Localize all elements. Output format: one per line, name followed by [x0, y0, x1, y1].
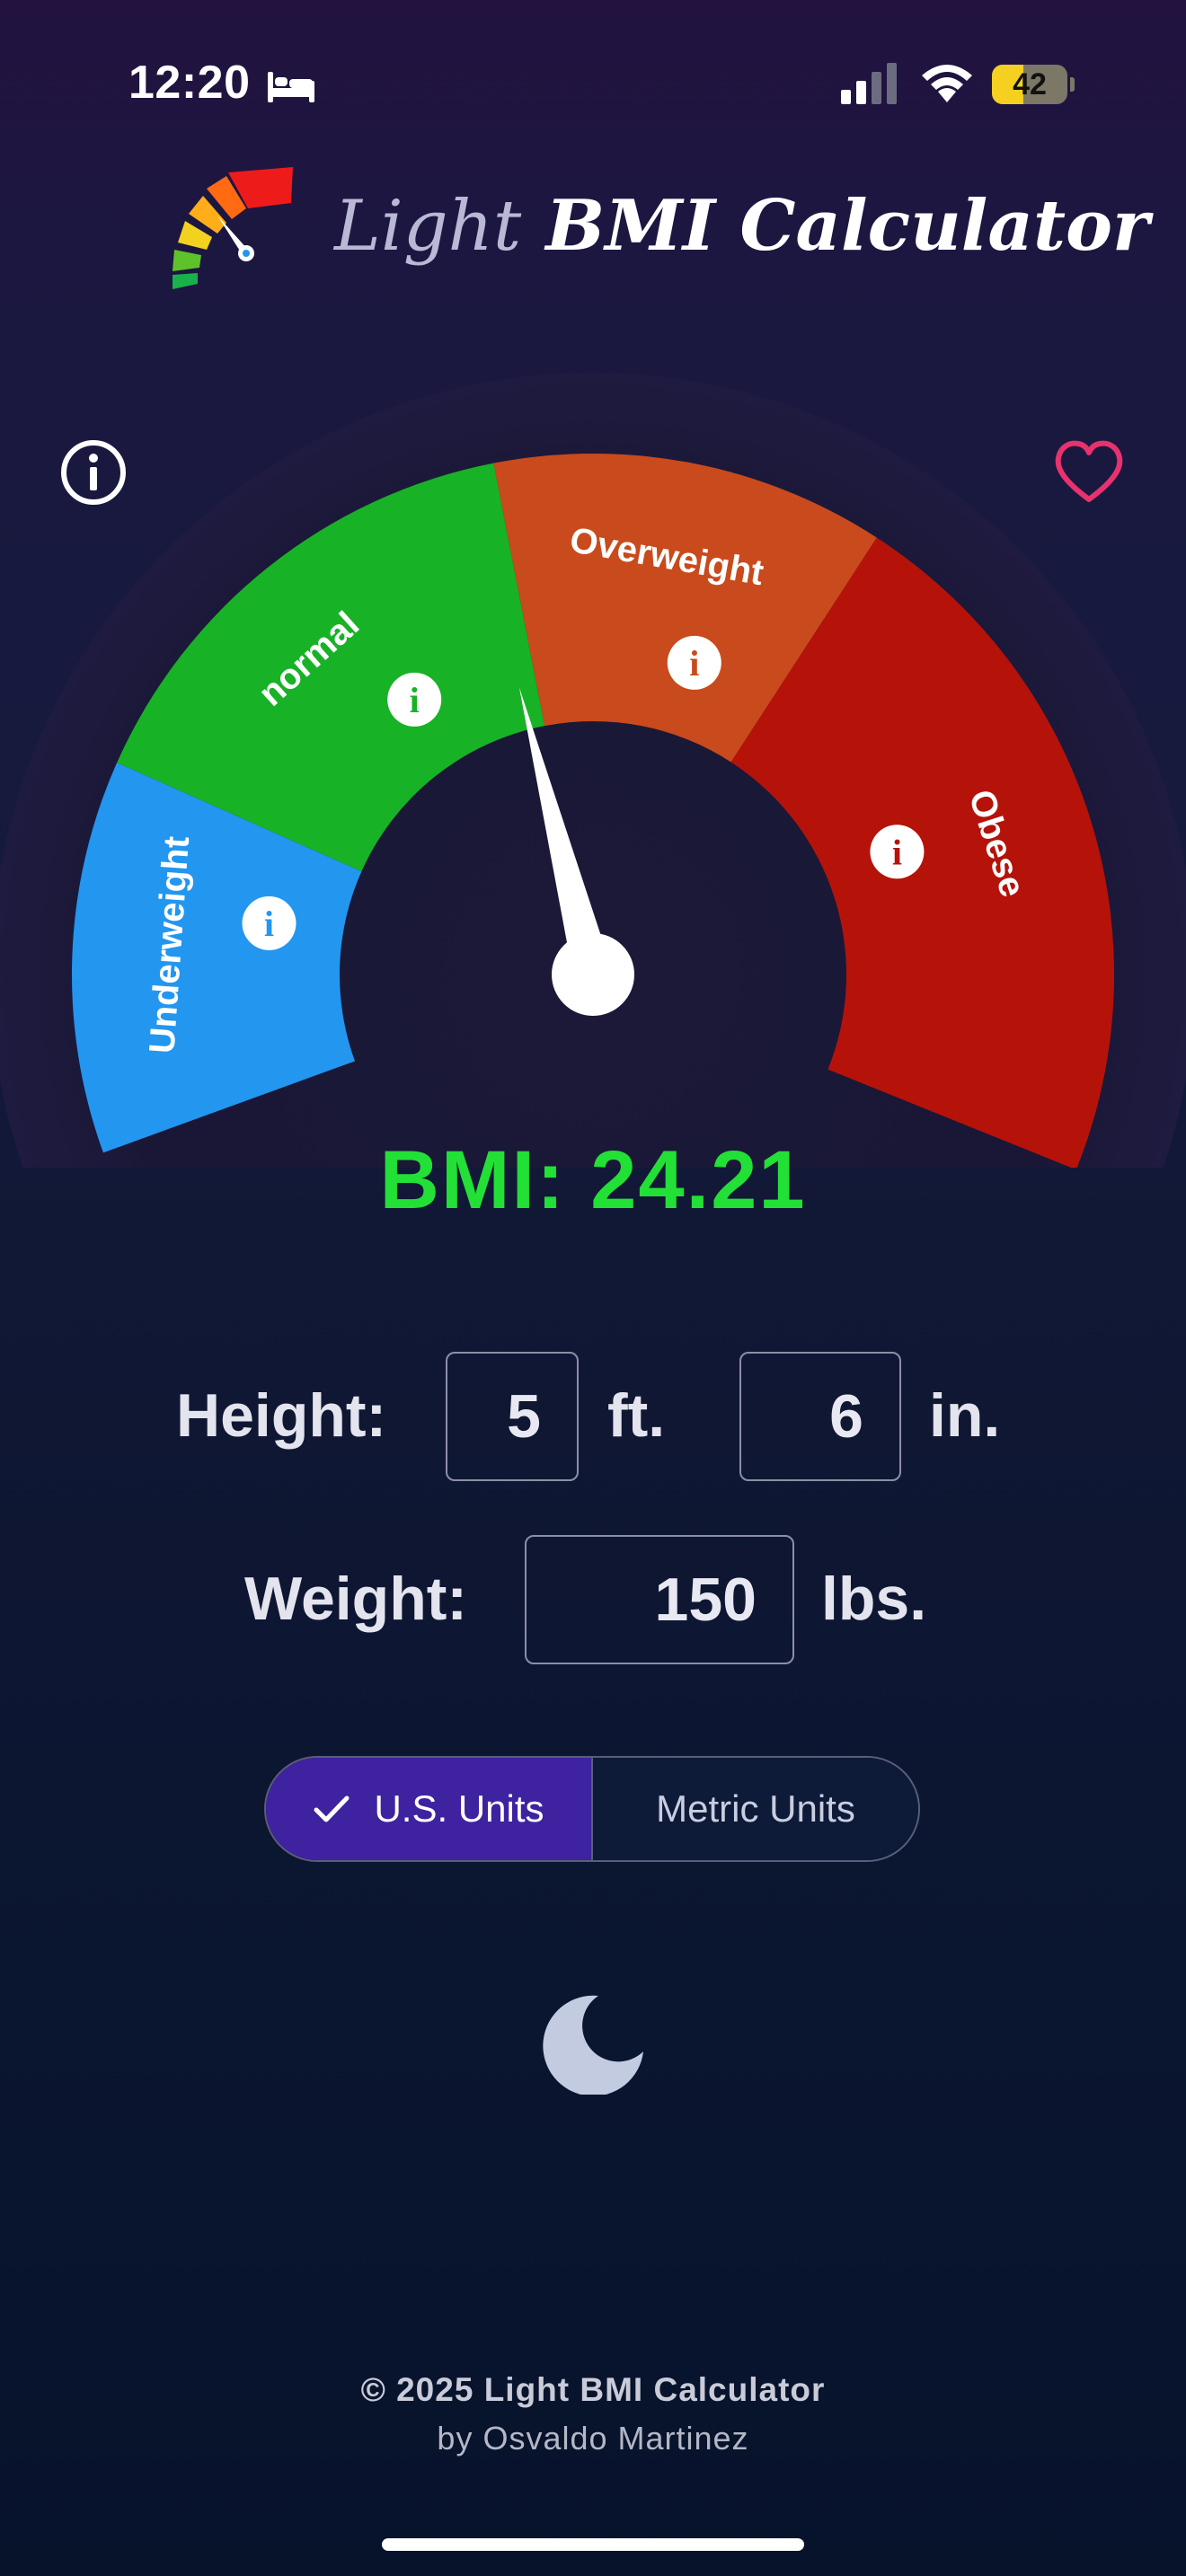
svg-text:i: i: [264, 904, 274, 944]
moon-icon[interactable]: [543, 1992, 645, 2095]
segment-info-icon-overweight[interactable]: i: [667, 635, 721, 690]
battery-icon: 42: [992, 65, 1075, 104]
svg-text:i: i: [689, 643, 699, 684]
status-time: 12:20: [128, 57, 251, 109]
weight-label: Weight:: [244, 1565, 468, 1633]
checkmark-icon: [314, 1795, 350, 1822]
feet-unit-label: ft.: [607, 1381, 666, 1450]
app-title-main: BMI Calculator: [545, 185, 1150, 267]
wifi-icon: [922, 65, 972, 102]
segment-info-icon-underweight[interactable]: i: [242, 895, 296, 950]
info-icon[interactable]: [59, 438, 128, 507]
app-title: Light BMI Calculator: [334, 185, 1149, 267]
gauge-hub: [552, 933, 634, 1016]
bmi-gauge: Underweight normal Overweight Obese i i …: [0, 373, 1186, 1168]
us-units-button[interactable]: U.S. Units: [266, 1758, 593, 1860]
signal-icon: [841, 63, 897, 104]
gauge-logo-icon: [173, 167, 293, 289]
footer-copyright: © 2025 Light BMI Calculator: [360, 2371, 826, 2408]
metric-units-button[interactable]: Metric Units: [593, 1758, 918, 1860]
inches-unit-label: in.: [929, 1381, 1001, 1450]
us-units-label: U.S. Units: [374, 1787, 544, 1830]
app-title-light: Light: [334, 186, 522, 267]
height-feet-input[interactable]: [446, 1352, 579, 1481]
height-label: Height:: [176, 1381, 387, 1450]
height-inches-input[interactable]: [739, 1352, 901, 1481]
segment-info-icon-obese[interactable]: i: [870, 825, 925, 879]
weight-unit-label: lbs.: [821, 1565, 927, 1633]
units-toggle: U.S. Units Metric Units: [264, 1756, 920, 1862]
segment-info-icon-normal[interactable]: i: [387, 672, 442, 727]
home-indicator: [382, 2538, 804, 2551]
bed-icon: [268, 72, 314, 102]
battery-percent: 42: [1013, 67, 1047, 101]
svg-text:i: i: [892, 832, 902, 872]
metric-units-label: Metric Units: [656, 1787, 855, 1830]
footer-author: by Osvaldo Martinez: [437, 2420, 749, 2457]
bmi-result: BMI: 24.21: [379, 1134, 807, 1226]
svg-text:i: i: [410, 680, 420, 720]
weight-input[interactable]: [525, 1535, 794, 1664]
heart-icon[interactable]: [1053, 438, 1125, 507]
